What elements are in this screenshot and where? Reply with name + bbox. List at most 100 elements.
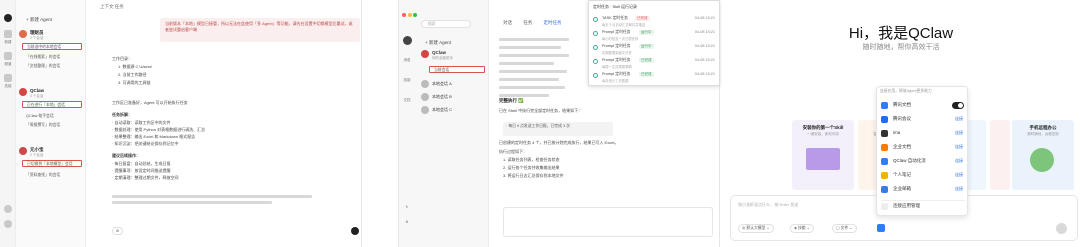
maximize-window-icon[interactable] (413, 13, 417, 17)
toggle-switch[interactable] (952, 102, 964, 109)
settings-gear-icon[interactable]: ⚙ (402, 220, 412, 224)
main-topbar[interactable]: 上下文 任务 (100, 4, 124, 10)
minimize-window-icon[interactable] (407, 13, 412, 17)
rail-label[interactable]: 技能 (402, 78, 412, 83)
connect-apps-icon[interactable] (877, 224, 885, 232)
tab-chat[interactable]: 对话 (503, 20, 512, 25)
message-input[interactable] (503, 207, 713, 237)
content-line: 3. 将运行日志汇总保存到本地文件 (503, 173, 564, 178)
channel-icon[interactable] (4, 52, 12, 60)
session-item[interactable]: 「周报撰写」的会话 (22, 122, 82, 129)
chip-label: 技能 (797, 226, 806, 230)
feature-card[interactable]: 手机远程办公 随时随地，远程控制 (1012, 120, 1074, 190)
text-placeholder-line (499, 54, 569, 57)
warning-banner: 当前版本「本地」模型已接管，所以无法在此使用「多 Agent」等功能，请先在设置… (160, 18, 360, 42)
agent-name[interactable]: 本地会话 C (432, 107, 452, 113)
session-item[interactable]: 当前会话 (429, 66, 485, 73)
new-agent-button[interactable]: + 新建 Agent (26, 17, 52, 23)
left-rail: 新建 频道 技能 (0, 0, 16, 247)
send-button[interactable] (1056, 223, 1067, 234)
menu-item-enterprise-docs[interactable]: 企业文档 连接 (881, 142, 965, 154)
tab-task[interactable]: 任务 (523, 20, 532, 25)
menu-item-mail[interactable]: 企业邮箱 连接 (881, 184, 965, 196)
agent-name[interactable]: 本地会话 A (432, 81, 452, 87)
agent-avatar (421, 106, 429, 114)
model-chip[interactable]: ⚙ (112, 227, 124, 235)
feature-card[interactable] (990, 120, 1010, 190)
menu-item-automation[interactable]: QClaw 自动化流 连接 (881, 156, 965, 168)
model-select-chip[interactable]: ◎ 默认大模型 ⌄ (738, 224, 774, 233)
connect-link[interactable]: 连接 (955, 172, 963, 178)
menu-item-label: QClaw 自动化流 (893, 158, 926, 163)
panel-workbench-left: 新建 频道 技能 + 新建 Agent 理财员 2 个会话 当前选中的本地会话 … (0, 0, 362, 247)
menu-item-ima[interactable]: ima 连接 (881, 128, 965, 140)
task-row[interactable]: Prompt 定时任务 运行中 04-08 15:21 每小时检查一次日程安排 (593, 29, 717, 43)
task-time: 04-08 15:21 (694, 72, 715, 76)
message-input[interactable] (100, 215, 361, 237)
chat-icon[interactable] (4, 30, 12, 38)
mail-icon (881, 186, 888, 193)
manage-apps-row[interactable]: 连接应用管理 (881, 200, 965, 212)
skills-icon[interactable] (4, 74, 12, 82)
content-line: · 提醒事项：按设定时间推送提醒 (112, 168, 171, 173)
refresh-icon[interactable]: ↻ (402, 205, 412, 209)
user-avatar-icon[interactable] (4, 14, 12, 22)
new-agent-button[interactable]: + 新建 Agent (425, 40, 451, 46)
files-chip[interactable]: ▢ 文件 ⌄ (832, 224, 857, 233)
agent-sub: 3 个会话 (30, 94, 44, 98)
rail-label-0: 新建 (4, 40, 12, 44)
feature-card[interactable]: 安装你的第一个Skill 一键安装，即刻可用 (792, 120, 854, 190)
content-line: · 定期清理：整理过期文件，释放空间 (112, 175, 179, 180)
card-subtitle: 一键安装，即刻可用 (807, 132, 839, 136)
tab-scheduled[interactable]: 定时任务 (544, 20, 562, 25)
session-item[interactable]: 已切换到「本地模型」会话 (22, 160, 82, 167)
connect-link[interactable]: 连接 (955, 186, 963, 192)
content-line: · 结果整理：输出 Excel 和 Markdown 格式报告 (112, 134, 196, 139)
session-item[interactable]: 「资料查找」的会话 (22, 172, 82, 179)
rail-label-1: 频道 (4, 62, 12, 66)
window-controls (402, 4, 419, 22)
task-row[interactable]: TASK 定时任务 已完成 04-08 15:21 每天 9 点自动汇总邮件并推… (593, 15, 717, 29)
task-row[interactable]: Prompt 定时任务 已完成 04-08 15:21 每周一生成周报草稿 (593, 57, 717, 71)
skills-chip[interactable]: ◈ 技能 ⌄ (790, 224, 814, 233)
text-placeholder-line (499, 86, 565, 89)
session-item[interactable]: 正在进行「本地」会话 (22, 101, 82, 108)
agent-sub: 2 个会话 (30, 36, 44, 40)
session-item[interactable]: 「文档整理」的会话 (22, 63, 82, 70)
search-input[interactable]: 搜索 (421, 20, 471, 28)
task-time: 04-08 15:21 (694, 16, 715, 20)
content-line: 工作目录： (112, 56, 132, 61)
close-window-icon[interactable] (402, 13, 406, 17)
session-item[interactable]: 「在线搜索」的会话 (22, 54, 82, 61)
connect-link[interactable]: 连接 (955, 116, 963, 122)
agent-avatar (421, 93, 429, 101)
connect-link[interactable]: 连接 (955, 158, 963, 164)
content-line: 1. 读取任务列表，检查任务状态 (503, 157, 560, 162)
rail-label[interactable]: 消息 (402, 58, 412, 63)
send-button[interactable] (351, 227, 359, 235)
session-item[interactable]: 当前选中的本地会话 (22, 43, 82, 50)
menu-item-label: 腾讯文档 (893, 102, 911, 107)
agent-name[interactable]: QClaw (30, 88, 44, 93)
agent-name[interactable]: 本地会话 B (432, 94, 452, 100)
rail-label[interactable]: 文档 (402, 98, 412, 103)
settings-gear-icon[interactable] (4, 220, 12, 228)
content-line: · 数据处理：使用 Python 对表格数据进行清洗、汇总 (112, 127, 206, 132)
help-icon[interactable] (4, 205, 12, 213)
task-time: 04-08 15:21 (694, 30, 715, 34)
main-tabs: 对话 任务 定时任务 (503, 20, 572, 26)
task-time: 04-08 15:21 (694, 58, 715, 62)
agent-name[interactable]: QClaw (432, 50, 446, 55)
user-avatar-icon[interactable] (403, 36, 412, 45)
connect-link[interactable]: 连接 (955, 130, 963, 136)
task-row[interactable]: Prompt 定时任务 运行中 04-08 15:21 定期整理桌面文件夹 (593, 43, 717, 57)
menu-item-tencent-docs[interactable]: 腾讯文档 (881, 100, 965, 112)
agent-sidebar (399, 0, 489, 247)
connect-link[interactable]: 连接 (955, 144, 963, 150)
menu-footer-label: 连接应用管理 (893, 203, 920, 208)
menu-item-tencent-meeting[interactable]: 腾讯会议 连接 (881, 114, 965, 126)
task-row[interactable]: Prompt 定时任务 已完成 04-08 15:21 每月统计工作数据 (593, 71, 717, 85)
enterprise-docs-icon (881, 144, 888, 151)
menu-item-notes[interactable]: 个人笔记 连接 (881, 170, 965, 182)
session-item[interactable]: QClaw 助手会话 (22, 113, 82, 120)
